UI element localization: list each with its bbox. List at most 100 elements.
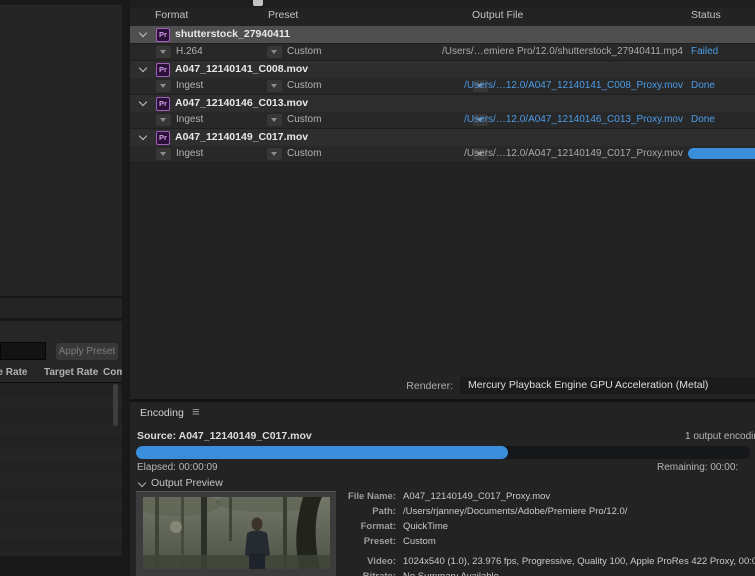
format-value: H.264 <box>176 46 203 57</box>
preset-dropdown[interactable] <box>267 80 282 92</box>
detail-value: QuickTime <box>403 521 449 532</box>
queue-output-row[interactable]: Ingest Custom /Users/…12.0/A047_12140146… <box>130 112 755 129</box>
output-file-link[interactable]: /Users/…12.0/A047_12140141_C008_Proxy.mo… <box>464 80 683 91</box>
queue-output-row[interactable]: H.264 Custom /Users/…emiere Pro/12.0/shu… <box>130 44 755 61</box>
detail-label: Path: <box>372 506 396 517</box>
source-name: A047_12140141_C008.mov <box>175 63 309 75</box>
media-encoder-window: Apply Preset Frame Rate Target Rate Comm… <box>0 0 755 576</box>
queue-panel: Format Preset Output File Status Pr shut… <box>130 0 755 399</box>
left-middle-panel <box>0 298 122 318</box>
format-value: Ingest <box>176 148 204 159</box>
output-file-path: /Users/…emiere Pro/12.0/shutterstock_279… <box>441 46 683 57</box>
format-value: Ingest <box>176 80 204 91</box>
preset-value: Custom <box>287 148 322 159</box>
outputs-count: 1 output encoding <box>685 431 755 442</box>
format-dropdown[interactable] <box>156 148 171 160</box>
renderer-dropdown[interactable]: Mercury Playback Engine GPU Acceleration… <box>460 377 755 394</box>
detail-row-path: Path: /Users/rjanney/Documents/Adobe/Pre… <box>340 504 755 519</box>
output-file-path: /Users/…12.0/A047_12140149_C017_Proxy.mo… <box>464 148 683 159</box>
queue-footer: Renderer: Mercury Playback Engine GPU Ac… <box>130 377 755 397</box>
encoding-progress-track <box>136 446 750 459</box>
preset-list-scrollbar[interactable] <box>113 384 118 426</box>
detail-row-file-name: File Name: A047_12140149_C017_Proxy.mov <box>340 489 755 504</box>
preset-dropdown[interactable] <box>267 46 282 58</box>
panel-menu-icon[interactable] <box>253 0 263 6</box>
detail-label: Preset: <box>363 536 396 547</box>
left-upper-panel <box>0 5 122 296</box>
preset-search-input[interactable] <box>0 342 46 360</box>
detail-label: Video: <box>367 556 396 567</box>
output-file-link[interactable]: /Users/…12.0/A047_12140146_C013_Proxy.mo… <box>464 114 683 125</box>
detail-value: Custom <box>403 536 436 547</box>
detail-row-format: Format: QuickTime <box>340 519 755 534</box>
remaining-time: Remaining: 00:00: <box>657 462 739 473</box>
queue-output-row[interactable]: Ingest Custom /Users/…12.0/A047_12140141… <box>130 78 755 95</box>
elapsed-time: Elapsed: 00:00:09 <box>137 462 218 473</box>
detail-row-bitrate: Bitrate: No Summary Available <box>340 569 755 576</box>
format-dropdown[interactable] <box>156 80 171 92</box>
preset-dropdown[interactable] <box>267 148 282 160</box>
source-value: A047_12140149_C017.mov <box>178 430 312 442</box>
status-done: Done <box>691 80 715 91</box>
detail-label: File Name: <box>347 491 396 502</box>
preset-value: Custom <box>287 46 322 57</box>
preset-column-target-rate: Target Rate <box>44 367 99 378</box>
detail-value: No Summary Available <box>403 569 499 576</box>
premiere-pro-icon: Pr <box>156 28 170 42</box>
detail-value: /Users/rjanney/Documents/Adobe/Premiere … <box>403 506 628 517</box>
preset-list[interactable] <box>0 382 122 556</box>
detail-value: 1024x540 (1.0), 23.976 fps, Progressive,… <box>403 556 755 567</box>
format-dropdown[interactable] <box>156 114 171 126</box>
output-preview-header[interactable]: Output Preview <box>151 477 223 489</box>
chevron-down-icon[interactable] <box>139 133 147 141</box>
detail-value: A047_12140149_C017_Proxy.mov <box>403 491 551 502</box>
encoding-source: Source: A047_12140149_C017.mov <box>137 430 312 442</box>
queue-group-row[interactable]: Pr A047_12140141_C008.mov <box>130 61 755 79</box>
detail-row-video: Video: 1024x540 (1.0), 23.976 fps, Progr… <box>340 554 755 569</box>
encoding-progress-fill <box>136 446 508 459</box>
panel-menu-icon[interactable]: ≡ <box>192 405 200 419</box>
status-progress-bar <box>688 148 755 159</box>
queue-group-row[interactable]: Pr A047_12140149_C017.mov <box>130 129 755 147</box>
column-header-format: Format <box>155 9 189 21</box>
preset-dropdown[interactable] <box>267 114 282 126</box>
chevron-down-icon[interactable] <box>138 480 146 488</box>
detail-row-preset: Preset: Custom <box>340 534 755 549</box>
source-name: shutterstock_27940411 <box>175 28 290 40</box>
source-name: A047_12140146_C013.mov <box>175 97 309 109</box>
status-failed: Failed <box>691 46 719 57</box>
output-details: File Name: A047_12140149_C017_Proxy.mov … <box>340 489 755 576</box>
source-label: Source: <box>137 430 177 442</box>
preset-value: Custom <box>287 114 322 125</box>
preset-browser-panel: Apply Preset Frame Rate Target Rate Comm… <box>0 321 122 556</box>
chevron-down-icon[interactable] <box>139 65 147 73</box>
premiere-pro-icon: Pr <box>156 131 170 145</box>
detail-label: Bitrate: <box>340 569 396 576</box>
chevron-down-icon[interactable] <box>139 99 147 107</box>
status-done: Done <box>691 114 715 125</box>
forest-scene-image <box>143 497 330 569</box>
preset-column-frame-rate: Frame Rate <box>0 367 28 378</box>
renderer-label: Renderer: <box>406 380 453 392</box>
preset-column-comment: Comment <box>103 367 122 378</box>
apply-preset-button[interactable]: Apply Preset <box>56 343 118 360</box>
column-header-preset: Preset <box>268 9 299 21</box>
format-dropdown[interactable] <box>156 46 171 58</box>
premiere-pro-icon: Pr <box>156 63 170 77</box>
detail-label: Format: <box>360 521 396 532</box>
queue-tab-bar <box>130 0 755 8</box>
source-name: A047_12140149_C017.mov <box>175 131 309 143</box>
preset-value: Custom <box>287 80 322 91</box>
queue-output-row[interactable]: Ingest Custom /Users/…12.0/A047_12140149… <box>130 146 755 163</box>
queue-group-row[interactable]: Pr shutterstock_27940411 <box>130 26 755 44</box>
left-column: Apply Preset Frame Rate Target Rate Comm… <box>0 0 130 576</box>
encoding-panel: Encoding ≡ Source: A047_12140149_C017.mo… <box>130 402 755 576</box>
tab-encoding[interactable]: Encoding <box>140 407 184 419</box>
right-column: Format Preset Output File Status Pr shut… <box>130 0 755 576</box>
chevron-down-icon[interactable] <box>139 30 147 38</box>
queue-group-row[interactable]: Pr A047_12140146_C013.mov <box>130 95 755 113</box>
format-value: Ingest <box>176 114 204 125</box>
output-preview-thumbnail <box>136 491 336 576</box>
premiere-pro-icon: Pr <box>156 97 170 111</box>
column-header-status: Status <box>691 9 721 21</box>
